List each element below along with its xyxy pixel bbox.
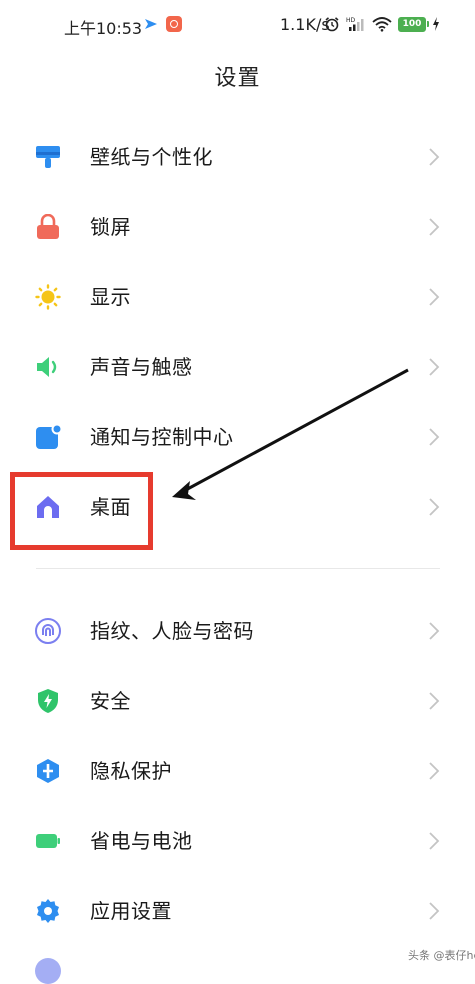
wallpaper-icon: [36, 146, 60, 168]
settings-item-label: 锁屏: [90, 215, 131, 239]
sun-icon: [35, 284, 61, 310]
battery-icon: [36, 834, 60, 848]
settings-item-wallpaper[interactable]: 壁纸与个性化: [0, 122, 475, 190]
status-icons: HD 100: [324, 15, 440, 33]
svg-text:HD: HD: [346, 17, 356, 24]
settings-item-label: 声音与触感: [90, 355, 193, 379]
settings-item-label: 省电与电池: [90, 829, 193, 853]
privacy-icon: [37, 759, 59, 783]
page-title: 设置: [214, 66, 261, 91]
settings-item-app-settings[interactable]: 应用设置: [0, 876, 475, 944]
notification-icon: [36, 424, 61, 449]
section-divider: [36, 568, 440, 569]
settings-item-display[interactable]: 显示: [0, 262, 475, 330]
settings-item-security[interactable]: 安全: [0, 666, 475, 734]
settings-item-label: 应用设置: [90, 899, 172, 923]
chevron-right-icon: [429, 762, 440, 780]
charging-icon: [433, 17, 439, 31]
chevron-right-icon: [429, 218, 440, 236]
highlight-box: [10, 472, 153, 550]
alarm-clock-icon: [325, 17, 339, 32]
wifi-icon: [372, 17, 392, 32]
chevron-right-icon: [429, 692, 440, 710]
shield-icon: [38, 689, 58, 713]
chevron-right-icon: [429, 902, 440, 920]
settings-item-label: 显示: [90, 285, 131, 309]
battery-indicator: 100: [398, 16, 429, 32]
watermark: 头条 @表仔he: [408, 949, 475, 962]
status-bar: 上午10:53 1.1K/s HD 100: [0, 0, 475, 52]
signal-icon: HD: [346, 17, 364, 31]
settings-item-label: 壁纸与个性化: [90, 145, 213, 169]
status-time: 上午10:53: [64, 19, 143, 38]
settings-item-fingerprint[interactable]: 指纹、人脸与密码: [0, 596, 475, 664]
settings-item-notifications[interactable]: 通知与控制中心: [0, 402, 475, 470]
chevron-right-icon: [429, 498, 440, 516]
alarm-app-icon: [166, 16, 182, 32]
chevron-right-icon: [429, 358, 440, 376]
chevron-right-icon: [429, 288, 440, 306]
chevron-right-icon: [429, 622, 440, 640]
fingerprint-icon: [35, 618, 61, 644]
settings-item-battery[interactable]: 省电与电池: [0, 806, 475, 874]
settings-item-label: 通知与控制中心: [90, 425, 234, 449]
settings-item-sound[interactable]: 声音与触感: [0, 332, 475, 400]
partial-item-icon: [35, 958, 61, 984]
settings-item-label: 指纹、人脸与密码: [90, 619, 254, 643]
chevron-right-icon: [429, 148, 440, 166]
settings-item-lock-screen[interactable]: 锁屏: [0, 192, 475, 260]
settings-item-privacy[interactable]: 隐私保护: [0, 736, 475, 804]
gear-icon: [37, 899, 59, 923]
settings-item-label: 安全: [90, 689, 131, 713]
speaker-icon: [37, 357, 57, 377]
chevron-right-icon: [429, 428, 440, 446]
network-speed: 1.1K/s: [280, 15, 330, 34]
chevron-right-icon: [429, 832, 440, 850]
settings-item-label: 隐私保护: [90, 759, 172, 783]
lock-icon: [37, 214, 59, 239]
app-notification-icon: [145, 19, 157, 29]
